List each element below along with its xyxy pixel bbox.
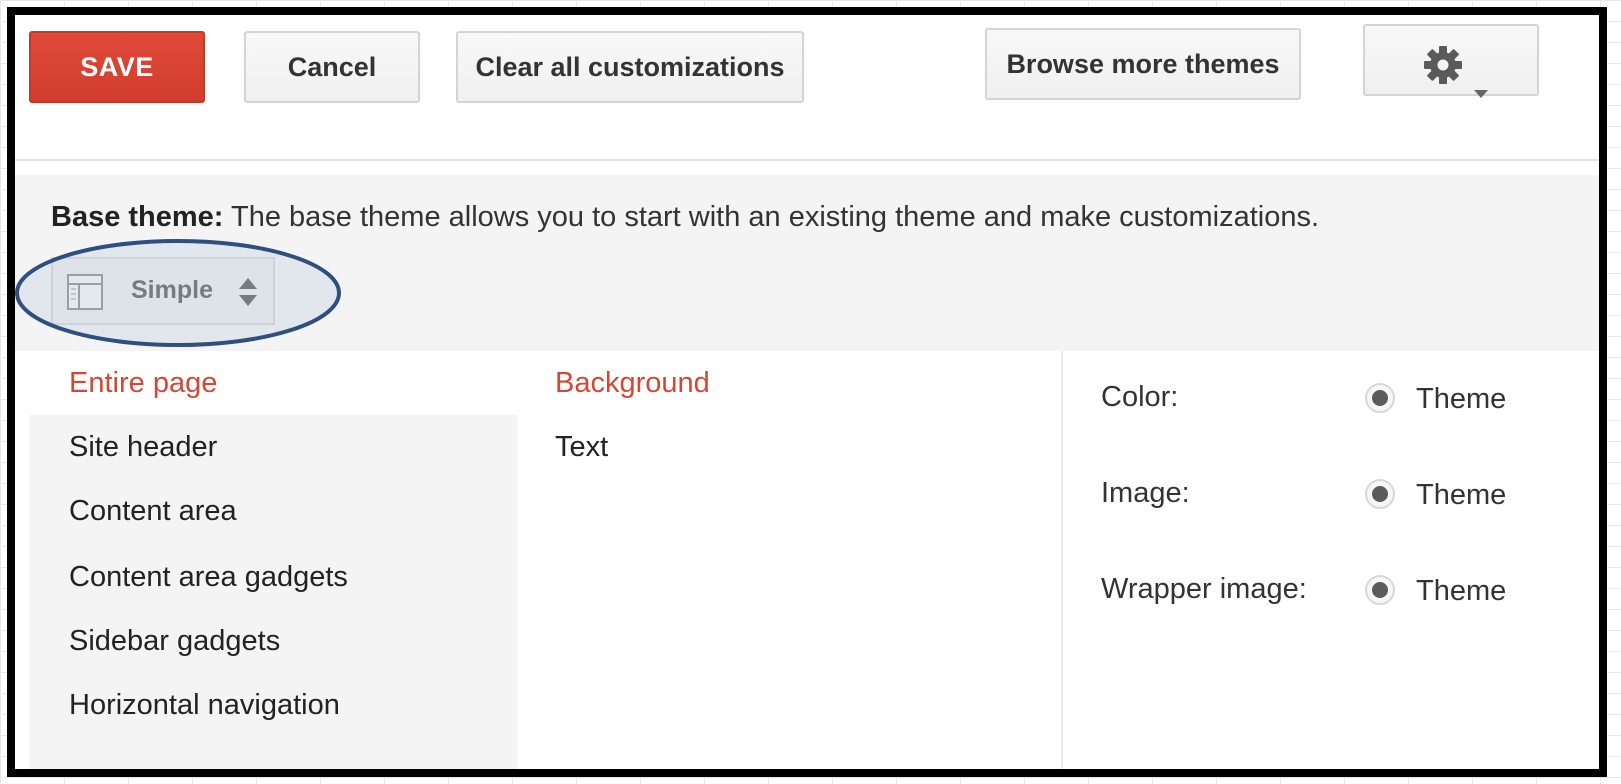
wrapper-image-theme-radio[interactable] [1365,575,1395,605]
options-panel: Color: Theme Image: Theme Wrapper image:… [1063,351,1599,769]
image-option-label: Image: [1101,477,1190,509]
image-option-value[interactable]: Theme [1416,479,1506,512]
wrapper-image-option-label: Wrapper image: [1101,573,1307,605]
section-content-area[interactable]: Content area [29,479,517,543]
property-text[interactable]: Text [555,415,608,479]
gear-icon [1423,42,1463,84]
section-sidebar-gadgets[interactable]: Sidebar gadgets [29,609,517,673]
base-theme-panel: Base theme: The base theme allows you to… [15,175,1599,351]
radio-selected-dot [1372,582,1388,598]
wrapper-image-option-value[interactable]: Theme [1416,575,1506,608]
section-horizontal-navigation[interactable]: Horizontal navigation [29,673,517,737]
section-site-header[interactable]: Site header [29,415,517,479]
section-content-area-gadgets[interactable]: Content area gadgets [29,545,517,609]
base-theme-label: Base theme: [51,201,224,233]
image-theme-radio[interactable] [1365,479,1395,509]
property-list: Background Text [517,351,1063,769]
settings-menu-button[interactable] [1363,24,1539,98]
base-theme-description: Base theme: The base theme allows you to… [51,201,1319,234]
section-entire-page[interactable]: Entire page [29,351,517,415]
save-button[interactable]: SAVE [29,31,205,103]
section-list: Entire page Site header Content area Con… [29,351,517,769]
base-theme-description-text: The base theme allows you to start with … [223,201,1320,233]
toolbar: SAVE Cancel Clear all customizations Bro… [15,15,1599,161]
color-option-label: Color: [1101,381,1179,413]
caret-down-icon [1473,56,1489,98]
layout-thumbnail-icon [67,274,103,310]
color-option-value[interactable]: Theme [1416,383,1506,416]
up-down-arrows-icon [237,276,259,308]
selected-theme-name: Simple [131,276,213,304]
radio-selected-dot [1372,486,1388,502]
screenshot-frame: SAVE Cancel Clear all customizations Bro… [7,7,1607,777]
property-background[interactable]: Background [555,351,710,415]
clear-customizations-button[interactable]: Clear all customizations [456,31,804,103]
browse-themes-button[interactable]: Browse more themes [985,28,1301,100]
color-theme-radio[interactable] [1365,383,1395,413]
cancel-button[interactable]: Cancel [244,31,420,103]
radio-selected-dot [1372,390,1388,406]
base-theme-selector[interactable]: Simple [51,257,275,325]
